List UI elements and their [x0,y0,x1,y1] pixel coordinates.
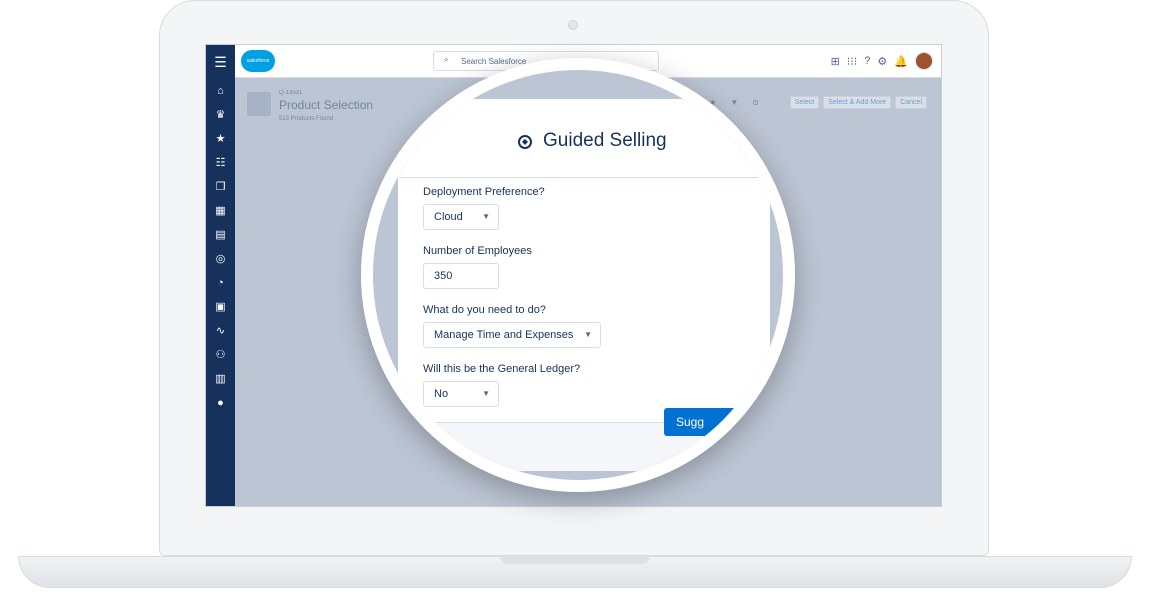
pulse-icon[interactable]: ∿ [206,319,235,343]
product-icon [247,92,271,116]
laptop-base-notch [500,556,650,564]
guided-selling-header: ◆ Guided Selling [398,99,770,178]
select-add-more-button[interactable]: Select & Add More [823,96,892,109]
magnifier-lens: ◆ Guided Selling Deployment Preference? … [361,58,795,492]
bell-icon[interactable]: 🔔 [894,55,908,68]
star-icon[interactable]: ★ [206,127,235,151]
deployment-preference-value: Cloud [434,211,463,223]
chevron-down-icon: ▼ [482,389,490,398]
laptop-camera [568,20,578,30]
number-of-employees-label: Number of Employees [423,245,532,257]
general-ledger-select[interactable]: No ▼ [423,381,499,407]
dashboard-icon[interactable]: ◔ [206,271,235,295]
modal-title: Guided Selling [543,130,667,151]
need-to-do-value: Manage Time and Expenses [434,329,574,341]
building-icon[interactable]: ▦ [206,199,235,223]
documents-icon[interactable]: ❐ [206,175,235,199]
crown-icon[interactable]: ♛ [206,103,235,127]
search-icon: ⌕ [444,55,449,64]
header-utility-icons: ⊞ ⁝⁝⁝ ? ⚙ 🔔 [831,52,933,70]
calendar-icon[interactable]: ▥ [206,367,235,391]
chevron-down-icon: ▼ [482,212,490,221]
user-avatar[interactable] [915,52,933,70]
gear-icon[interactable]: ⚙ [877,55,887,68]
user-icon[interactable]: ● [206,391,235,415]
nav-sidebar: ☰ ⌂ ♛ ★ ☷ ❐ ▦ ▤ ◎ ◔ ▣ ∿ ⚇ ▥ ● [206,45,235,506]
general-ledger-value: No [434,388,449,400]
tasks-icon[interactable]: ☷ [206,151,235,175]
number-of-employees-value: 350 [434,270,453,282]
page-actions: Select Select & Add More Cancel [789,96,927,109]
suggest-button[interactable]: Sugg [664,408,754,436]
deployment-preference-label: Deployment Preference? [423,186,545,198]
people-icon[interactable]: ⚇ [206,343,235,367]
add-icon[interactable]: ⊞ [831,55,840,68]
guided-selling-form: Deployment Preference? Cloud ▼ Number of… [398,178,770,423]
cancel-button[interactable]: Cancel [895,96,927,109]
compass-icon: ◆ [518,135,532,149]
products-count: 513 Products Found [279,116,334,122]
deployment-preference-select[interactable]: Cloud ▼ [423,204,499,230]
select-button[interactable]: Select [789,96,820,109]
salesforce-logo[interactable]: salesforce [241,50,275,72]
home-icon[interactable]: ⌂ [206,79,235,103]
clipboard-icon[interactable]: ▣ [206,295,235,319]
general-ledger-label: Will this be the General Ledger? [423,363,581,375]
help-icon[interactable]: ? [864,55,870,67]
search-placeholder: Search Salesforce [461,57,527,66]
contact-card-icon[interactable]: ▤ [206,223,235,247]
quote-id: Q-13531 [279,90,303,96]
page-title: Product Selection [279,98,374,112]
need-to-do-select[interactable]: Manage Time and Expenses ▼ [423,322,601,348]
need-to-do-label: What do you need to do? [423,304,546,316]
menu-icon[interactable]: ☰ [206,45,235,79]
number-of-employees-input[interactable]: 350 [423,263,499,289]
target-icon[interactable]: ◎ [206,247,235,271]
app-launcher-icon[interactable]: ⁝⁝⁝ [847,55,858,68]
chevron-down-icon: ▼ [584,330,592,339]
